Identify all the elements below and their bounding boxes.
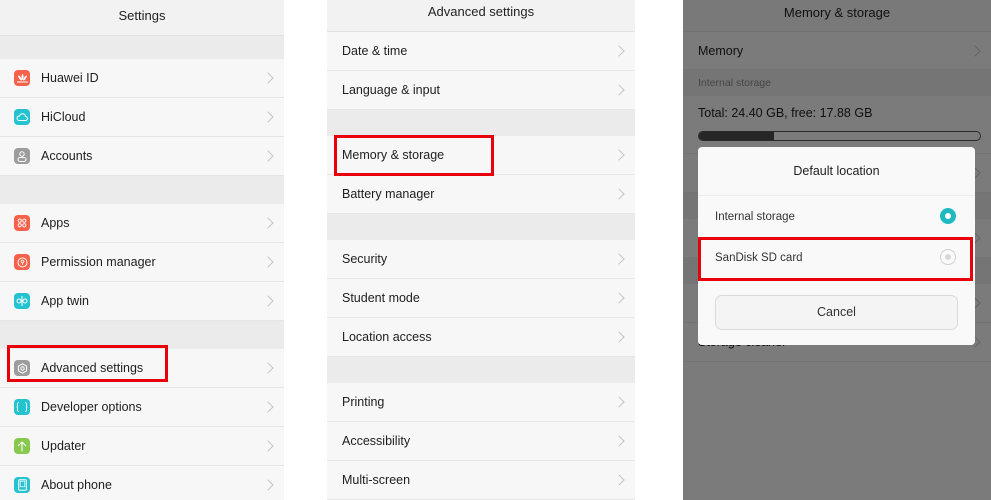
advanced-item-label: Date & time xyxy=(342,44,408,58)
chevron-right-icon xyxy=(262,256,274,268)
settings-item-updater[interactable]: Updater xyxy=(0,427,284,466)
advanced-item-printing[interactable]: Printing xyxy=(327,383,635,422)
settings-item-app-twin[interactable]: App twin xyxy=(0,282,284,321)
memory-storage-screen: Memory & storage Memory Internal storage… xyxy=(683,0,991,500)
chevron-right-icon xyxy=(262,111,274,123)
chevron-right-icon xyxy=(262,362,274,374)
settings-item-label: App twin xyxy=(41,294,89,308)
gear-icon xyxy=(14,360,30,376)
settings-item-label: Developer options xyxy=(41,400,142,414)
advanced-item-label: Security xyxy=(342,252,388,266)
option-label: Internal storage xyxy=(715,210,795,223)
cloud-icon xyxy=(14,109,30,125)
settings-item-label: Advanced settings xyxy=(41,361,144,375)
settings-item-huawei-id[interactable]: Huawei ID xyxy=(0,59,284,98)
settings-item-permission-manager[interactable]: Permission manager xyxy=(0,243,284,282)
section-divider xyxy=(0,36,284,59)
cancel-button[interactable]: Cancel xyxy=(715,295,958,330)
phone-icon xyxy=(14,477,30,493)
apps-grid-icon xyxy=(14,215,30,231)
settings-item-apps[interactable]: Apps xyxy=(0,204,284,243)
permission-icon xyxy=(14,254,30,270)
settings-item-label: About phone xyxy=(41,478,112,492)
settings-item-label: Permission manager xyxy=(41,255,156,269)
option-internal-storage[interactable]: Internal storage xyxy=(698,196,975,237)
chevron-right-icon xyxy=(613,292,625,304)
settings-item-label: Huawei ID xyxy=(41,71,99,85)
chevron-right-icon xyxy=(613,474,625,486)
default-location-dialog: Default location Internal storage SanDis… xyxy=(698,147,975,345)
settings-screen: Settings Huawei ID HiCloud Accounts Apps xyxy=(0,0,284,500)
advanced-item-label: Student mode xyxy=(342,291,420,305)
chevron-right-icon xyxy=(613,396,625,408)
settings-item-label: Updater xyxy=(41,439,86,453)
advanced-item-memory-storage[interactable]: Memory & storage xyxy=(327,136,635,175)
settings-item-accounts[interactable]: Accounts xyxy=(0,137,284,176)
settings-item-advanced-settings[interactable]: Advanced settings xyxy=(0,349,284,388)
person-icon xyxy=(14,148,30,164)
settings-item-about-phone[interactable]: About phone xyxy=(0,466,284,500)
section-divider xyxy=(327,110,635,136)
advanced-item-label: Memory & storage xyxy=(342,148,445,162)
advanced-item-student-mode[interactable]: Student mode xyxy=(327,279,635,318)
option-label: SanDisk SD card xyxy=(715,251,803,264)
page-title: Advanced settings xyxy=(327,0,635,32)
chevron-right-icon xyxy=(262,217,274,229)
option-sandisk-sd-card[interactable]: SanDisk SD card xyxy=(698,237,975,278)
radio-selected-icon[interactable] xyxy=(940,208,956,224)
advanced-item-multi-screen[interactable]: Multi-screen xyxy=(327,461,635,500)
advanced-item-location-access[interactable]: Location access xyxy=(327,318,635,357)
advanced-item-label: Battery manager xyxy=(342,187,435,201)
advanced-item-label: Multi-screen xyxy=(342,473,411,487)
advanced-settings-screen: Advanced settings Date & time Language &… xyxy=(327,0,635,500)
arrow-up-icon xyxy=(14,438,30,454)
chevron-right-icon xyxy=(262,401,274,413)
settings-item-label: HiCloud xyxy=(41,110,86,124)
advanced-item-language-input[interactable]: Language & input xyxy=(327,71,635,110)
chevron-right-icon xyxy=(262,479,274,491)
section-divider xyxy=(0,176,284,204)
advanced-item-label: Location access xyxy=(342,330,432,344)
advanced-item-label: Accessibility xyxy=(342,434,411,448)
advanced-item-label: Printing xyxy=(342,395,385,409)
advanced-item-battery-manager[interactable]: Battery manager xyxy=(327,175,635,214)
page-title: Settings xyxy=(0,0,284,36)
chevron-right-icon xyxy=(262,295,274,307)
chevron-right-icon xyxy=(613,45,625,57)
advanced-item-accessibility[interactable]: Accessibility xyxy=(327,422,635,461)
settings-item-label: Accounts xyxy=(41,149,93,163)
chevron-right-icon xyxy=(613,435,625,447)
advanced-item-date-time[interactable]: Date & time xyxy=(327,32,635,71)
section-divider xyxy=(327,357,635,383)
huawei-logo-icon xyxy=(14,70,30,86)
app-twin-icon xyxy=(14,293,30,309)
advanced-item-security[interactable]: Security xyxy=(327,240,635,279)
chevron-right-icon xyxy=(613,84,625,96)
chevron-right-icon xyxy=(613,188,625,200)
braces-icon xyxy=(14,399,30,415)
advanced-item-label: Language & input xyxy=(342,83,441,97)
chevron-right-icon xyxy=(613,253,625,265)
chevron-right-icon xyxy=(613,149,625,161)
chevron-right-icon xyxy=(262,150,274,162)
section-divider xyxy=(327,214,635,240)
chevron-right-icon xyxy=(262,440,274,452)
settings-item-hicloud[interactable]: HiCloud xyxy=(0,98,284,137)
settings-item-developer-options[interactable]: Developer options xyxy=(0,388,284,427)
section-divider xyxy=(0,321,284,349)
dialog-title: Default location xyxy=(698,147,975,196)
settings-item-label: Apps xyxy=(41,216,70,230)
radio-unselected-icon[interactable] xyxy=(940,249,956,265)
chevron-right-icon xyxy=(262,72,274,84)
chevron-right-icon xyxy=(613,331,625,343)
